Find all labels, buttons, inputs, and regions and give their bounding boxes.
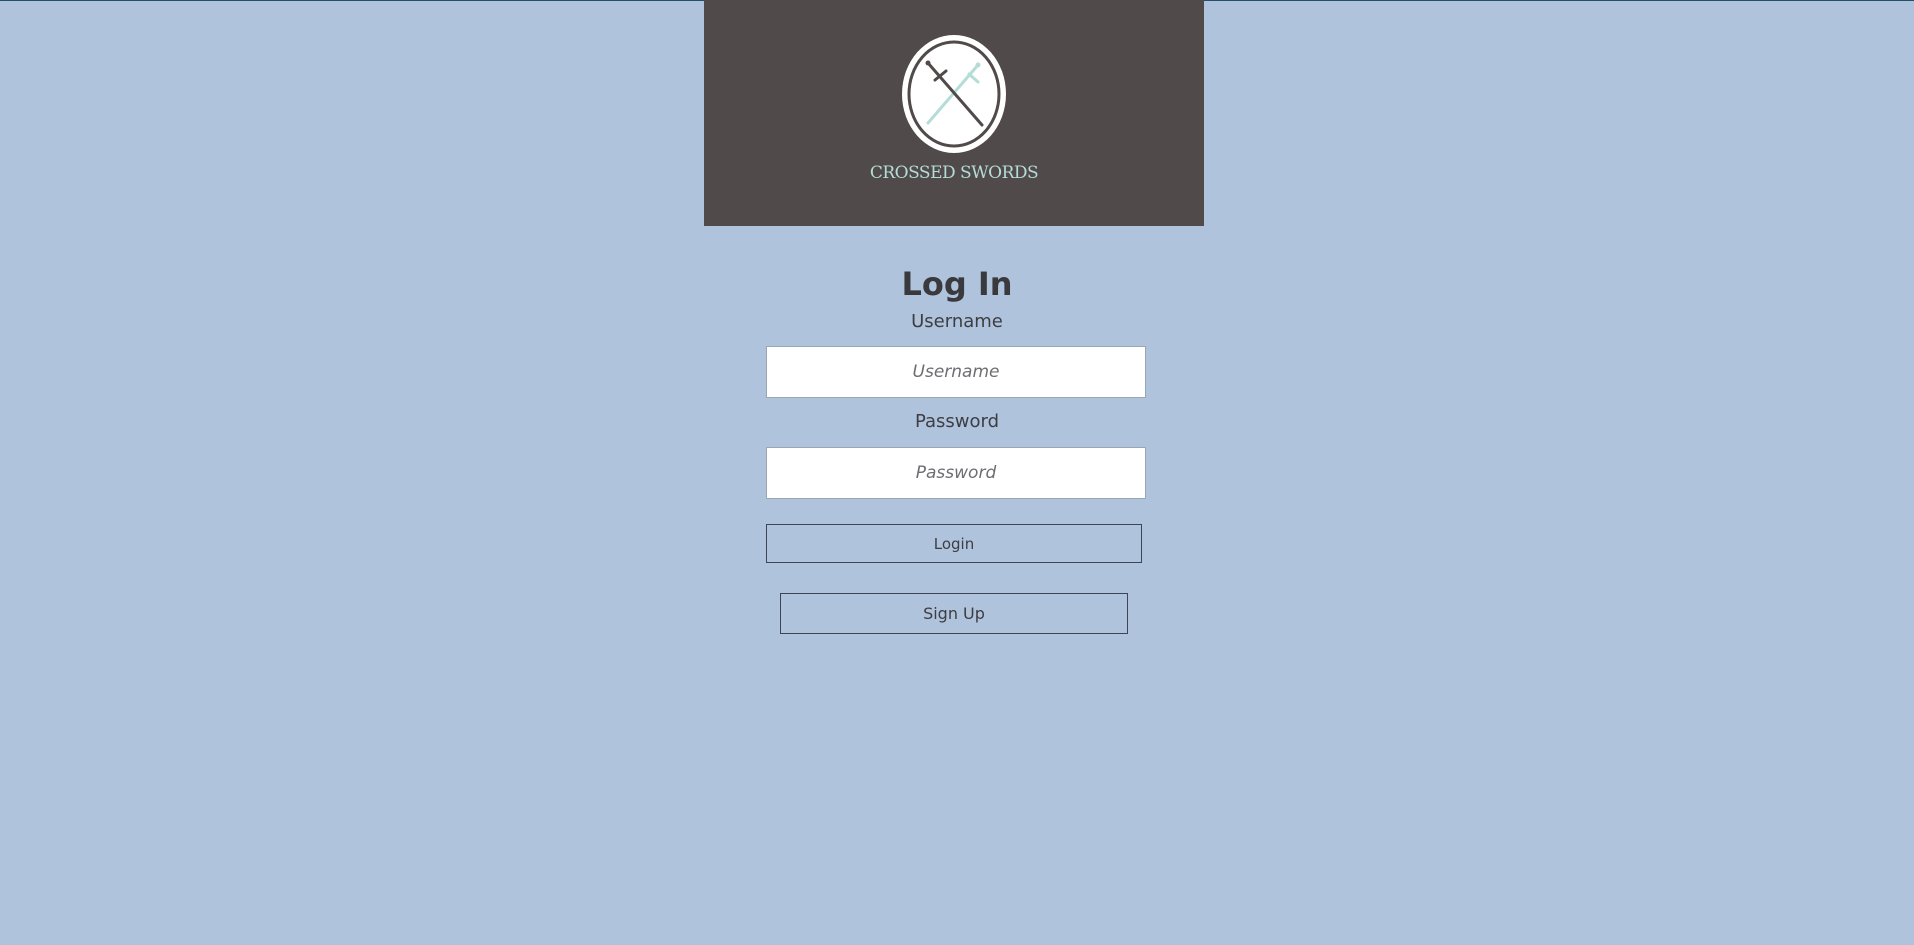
username-input[interactable] [766, 346, 1146, 398]
crossed-swords-icon [900, 33, 1008, 155]
signup-button[interactable]: Sign Up [780, 593, 1128, 634]
password-label: Password [914, 411, 1000, 432]
header-banner: CROSSED SWORDS [704, 0, 1204, 226]
brand-name: CROSSED SWORDS [869, 163, 1039, 183]
page-title: Log In [901, 265, 1013, 303]
login-button[interactable]: Login [766, 524, 1142, 563]
username-label: Username [911, 311, 1003, 332]
password-input[interactable] [766, 447, 1146, 499]
